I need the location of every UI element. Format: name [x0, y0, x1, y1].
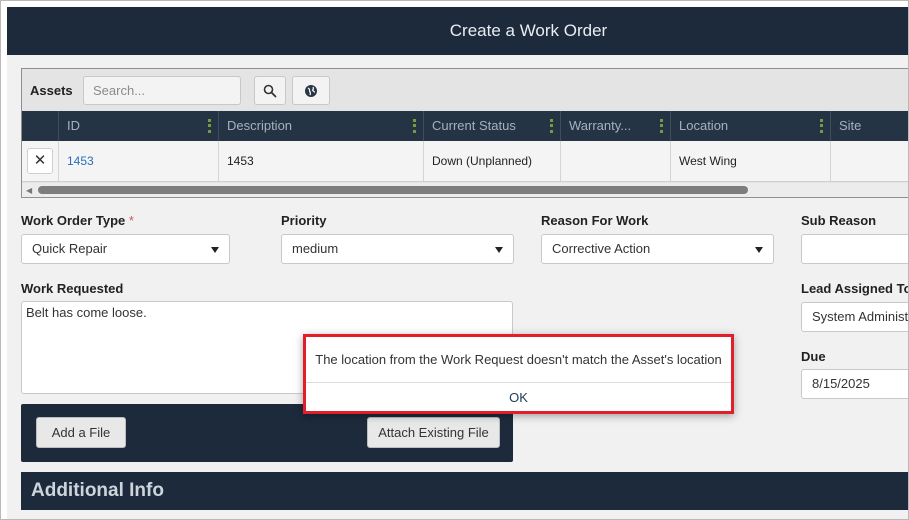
- work-order-type-value: Quick Repair: [32, 241, 108, 256]
- scrollbar-thumb[interactable]: [38, 186, 748, 194]
- attach-existing-file-button[interactable]: Attach Existing File: [367, 417, 500, 448]
- asset-site-cell: [831, 141, 908, 181]
- search-icon: [263, 84, 277, 97]
- column-header-current-status-label: Current Status: [432, 118, 516, 133]
- column-header-id[interactable]: ID: [59, 111, 219, 141]
- asset-status-cell: Down (Unplanned): [424, 141, 561, 181]
- column-resize-handle[interactable]: [413, 119, 416, 133]
- remove-asset-button[interactable]: ✕: [27, 148, 53, 174]
- lead-assigned-to-label: Lead Assigned To: [801, 281, 909, 296]
- work-order-window: Create a Work Order Assets Search... ID …: [7, 7, 909, 519]
- close-icon: ✕: [33, 152, 47, 169]
- due-label: Due: [801, 349, 826, 364]
- column-resize-handle[interactable]: [660, 119, 663, 133]
- work-requested-label: Work Requested: [21, 281, 124, 296]
- table-row[interactable]: ✕ 1453 1453 Down (Unplanned) West Wing: [22, 141, 908, 182]
- screenshot-frame: Create a Work Order Assets Search... ID …: [0, 0, 909, 520]
- work-order-type-label: Work Order Type *: [21, 213, 134, 228]
- chevron-down-icon: [211, 247, 219, 253]
- column-header-location[interactable]: Location: [671, 111, 831, 141]
- column-header-site[interactable]: Site: [831, 111, 908, 141]
- priority-label: Priority: [281, 213, 327, 228]
- asset-warranty-cell: [561, 141, 671, 181]
- additional-info-section-header[interactable]: Additional Info: [21, 472, 908, 510]
- due-date-input[interactable]: 8/15/2025: [801, 369, 908, 399]
- scroll-left-icon[interactable]: ◀: [26, 186, 32, 195]
- assets-panel: Assets ID: [21, 68, 908, 198]
- chevron-down-icon: [495, 247, 503, 253]
- column-header-description-label: Description: [227, 118, 293, 133]
- column-header-warranty[interactable]: Warranty...: [561, 111, 671, 141]
- location-button[interactable]: [292, 76, 330, 105]
- location-mismatch-dialog: The location from the Work Request doesn…: [303, 334, 734, 414]
- ok-button[interactable]: OK: [306, 383, 731, 411]
- asset-search-input[interactable]: [83, 76, 241, 105]
- horizontal-scrollbar[interactable]: ◀: [22, 183, 908, 197]
- asset-id-link[interactable]: 1453: [59, 141, 219, 181]
- dialog-message: The location from the Work Request doesn…: [315, 352, 722, 367]
- asset-description-cell: 1453: [219, 141, 424, 181]
- required-marker: *: [128, 213, 134, 228]
- work-order-type-select[interactable]: Quick Repair: [21, 234, 230, 264]
- column-header-site-label: Site: [839, 118, 862, 133]
- priority-select[interactable]: medium: [281, 234, 514, 264]
- assets-label: Assets: [30, 83, 73, 98]
- column-header-actions: [22, 111, 59, 141]
- reason-for-work-label: Reason For Work: [541, 213, 649, 228]
- column-header-description[interactable]: Description: [219, 111, 424, 141]
- work-order-type-label-text: Work Order Type: [21, 213, 126, 228]
- column-header-warranty-label: Warranty...: [569, 118, 632, 133]
- title-bar: Create a Work Order: [7, 7, 908, 55]
- column-resize-handle[interactable]: [208, 119, 211, 133]
- lead-assigned-to-select[interactable]: System Administrator: [801, 302, 909, 332]
- column-header-id-label: ID: [67, 118, 80, 133]
- add-file-button[interactable]: Add a File: [36, 417, 126, 448]
- assets-grid-header: ID Description Current Status Warranty..…: [22, 111, 908, 141]
- lead-assigned-to-value: System Administrator: [812, 309, 909, 324]
- column-header-current-status[interactable]: Current Status: [424, 111, 561, 141]
- column-header-location-label: Location: [679, 118, 729, 133]
- window-title: Create a Work Order: [449, 21, 608, 40]
- column-resize-handle[interactable]: [550, 119, 553, 133]
- reason-for-work-value: Corrective Action: [552, 241, 651, 256]
- search-button[interactable]: [254, 76, 286, 105]
- reason-for-work-select[interactable]: Corrective Action: [541, 234, 774, 264]
- row-actions-cell: ✕: [22, 141, 59, 181]
- chevron-down-icon: [755, 247, 763, 253]
- sub-reason-label: Sub Reason: [801, 213, 877, 228]
- due-date-value: 8/15/2025: [812, 376, 870, 391]
- globe-icon: [305, 84, 317, 97]
- column-resize-handle[interactable]: [820, 119, 823, 133]
- sub-reason-select[interactable]: [801, 234, 908, 264]
- priority-value: medium: [292, 241, 339, 256]
- asset-location-cell: West Wing: [671, 141, 831, 181]
